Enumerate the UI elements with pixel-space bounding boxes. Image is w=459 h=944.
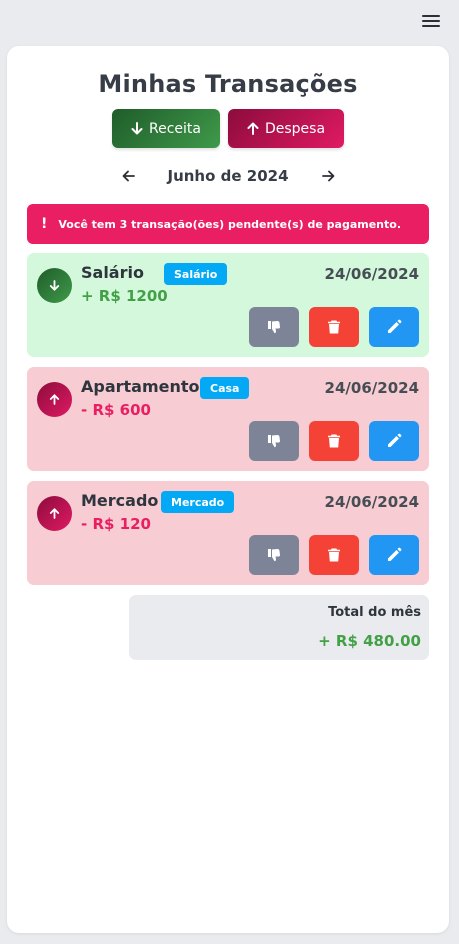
transaction-name: Salário [81, 263, 144, 282]
menu-line [422, 20, 440, 22]
pending-payments-alert: ! Você tem 3 transação(ões) pendente(s) … [27, 204, 429, 244]
pencil-icon [388, 547, 402, 561]
arrow-down-icon [131, 122, 143, 135]
month-navigation: Junho de 2024 [7, 164, 449, 188]
transaction-name: Apartamento [81, 377, 200, 396]
category-tag: Casa [200, 377, 250, 399]
delete-button[interactable] [309, 421, 359, 461]
transaction-amount: - R$ 120 [81, 515, 151, 533]
expense-arrow-up-icon [37, 382, 72, 417]
monthly-total-box: Total do mês + R$ 480.00 [129, 595, 429, 660]
transaction-date: 24/06/2024 [324, 493, 419, 511]
arrow-up-icon [247, 122, 259, 135]
receita-label: Receita [149, 120, 201, 137]
total-value: + R$ 480.00 [318, 632, 421, 650]
trash-icon [328, 320, 340, 334]
pencil-icon [388, 433, 402, 447]
category-tag: Salário [164, 263, 228, 285]
page-title: Minhas Transações [98, 70, 358, 98]
transaction-name: Mercado [81, 491, 159, 510]
transaction-item: Apartamento Casa 24/06/2024 - R$ 600 [27, 367, 429, 471]
arrow-right-icon [321, 170, 334, 182]
transaction-date: 24/06/2024 [324, 379, 419, 397]
transaction-item: Mercado Mercado 24/06/2024 - R$ 120 [27, 481, 429, 585]
transaction-amount: - R$ 600 [81, 401, 151, 419]
delete-button[interactable] [309, 535, 359, 575]
thumbs-down-icon [268, 435, 281, 448]
transaction-item: Salário Salário 24/06/2024 + R$ 1200 [27, 253, 429, 357]
transaction-actions [249, 307, 419, 347]
current-month-label: Junho de 2024 [167, 167, 289, 185]
pencil-icon [388, 319, 402, 333]
trash-icon [328, 434, 340, 448]
total-label: Total do mês [328, 605, 421, 620]
edit-button[interactable] [369, 421, 419, 461]
mark-unpaid-button[interactable] [249, 421, 299, 461]
income-arrow-down-icon [37, 268, 72, 303]
transaction-actions [249, 421, 419, 461]
thumbs-down-icon [268, 321, 281, 334]
transaction-amount: + R$ 1200 [81, 287, 168, 305]
action-buttons: Receita Despesa [7, 109, 449, 148]
transactions-card: Minhas Transações Receita Despesa Junho … [7, 46, 449, 933]
trash-icon [328, 548, 340, 562]
category-tag: Mercado [161, 491, 235, 513]
alert-text: Você tem 3 transação(ões) pendente(s) de… [58, 217, 402, 231]
add-despesa-button[interactable]: Despesa [228, 109, 344, 148]
next-month-button[interactable] [318, 166, 338, 186]
expense-arrow-up-icon [37, 496, 72, 531]
delete-button[interactable] [309, 307, 359, 347]
edit-button[interactable] [369, 535, 419, 575]
transaction-date: 24/06/2024 [324, 265, 419, 283]
transaction-actions [249, 535, 419, 575]
mark-unpaid-button[interactable] [249, 307, 299, 347]
edit-button[interactable] [369, 307, 419, 347]
thumbs-down-icon [268, 549, 281, 562]
menu-line [422, 25, 440, 27]
mark-unpaid-button[interactable] [249, 535, 299, 575]
add-receita-button[interactable]: Receita [112, 109, 220, 148]
hamburger-menu-icon[interactable] [417, 10, 445, 34]
despesa-label: Despesa [264, 120, 326, 137]
exclamation-icon: ! [41, 216, 48, 232]
menu-line [422, 15, 440, 17]
